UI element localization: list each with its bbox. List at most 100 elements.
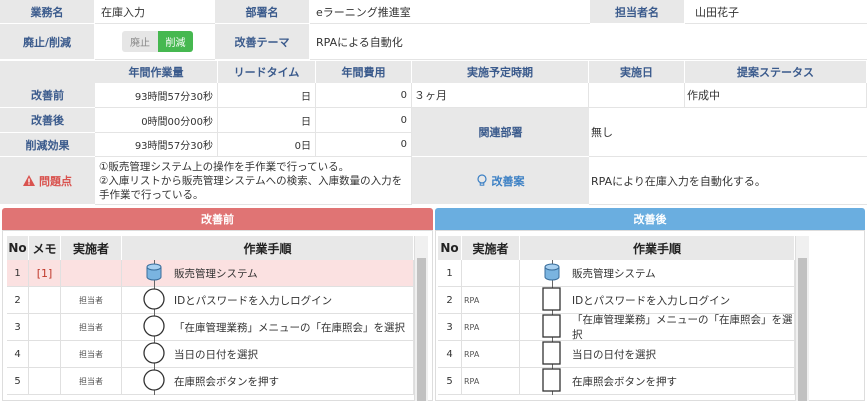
dept-label: 部署名 (215, 0, 310, 24)
effect-work: 93時間57分30秒 (95, 133, 218, 157)
row-effect-label: 削減効果 (0, 133, 95, 157)
after-work: 0時間00分00秒 (95, 108, 218, 133)
manual-step-icon (143, 315, 165, 337)
after-col-actor: 実施者 (462, 236, 520, 260)
before-col-memo: メモ (29, 236, 61, 260)
toggle-reduce-option[interactable]: 削減 (158, 31, 193, 52)
rpa-step-icon (542, 368, 561, 392)
database-icon (544, 263, 560, 281)
row-before-label: 改善前 (0, 83, 95, 108)
metrics-header-work: 年間作業量 (95, 61, 218, 83)
after-cost: 0 (316, 108, 412, 133)
before-row-no: 3 (7, 314, 29, 341)
after-row-actor: RPA (462, 368, 520, 395)
before-work: 93時間57分30秒 (95, 83, 218, 108)
problem-label: 問題点 (0, 157, 95, 205)
after-scroll-thumb[interactable] (798, 258, 807, 401)
database-icon (146, 263, 162, 281)
before-row-no: 5 (7, 368, 29, 395)
after-row-actor: RPA (462, 287, 520, 314)
after-row-no: 4 (438, 341, 462, 368)
before-row-actor: 担当者 (61, 368, 122, 395)
before-step-text: 「在庫管理業務」メニューの「在庫照会」を選択 (174, 321, 405, 334)
before-step-text: 販売管理システム (174, 267, 258, 280)
before-row-actor: 担当者 (61, 341, 122, 368)
before-col-no: No (7, 236, 29, 260)
after-col-no: No (438, 236, 462, 260)
after-scrollbar[interactable] (795, 236, 809, 401)
before-cost: 0 (316, 83, 412, 108)
before-step-text: 当日の日付を選択 (174, 348, 258, 361)
rpa-step-icon (542, 341, 561, 365)
after-row-step[interactable]: 販売管理システム (520, 260, 795, 287)
before-col-step: 作業手順 (122, 236, 414, 260)
before-row-no: 1 (7, 260, 29, 287)
before-scroll-thumb[interactable] (417, 258, 426, 401)
before-date (589, 83, 685, 108)
after-step-text: IDとパスワードを入力しログイン (572, 294, 731, 307)
problem-label-text: 問題点 (39, 174, 72, 188)
after-row-step[interactable]: IDとパスワードを入力しログイン (520, 287, 795, 314)
dept-value: eラーニング推進室 (310, 0, 590, 24)
metrics-header-date: 実施日 (589, 61, 685, 83)
rpa-step-icon (542, 314, 561, 338)
before-row-memo (29, 368, 61, 395)
owner-value: 山田花子 (685, 0, 867, 24)
rpa-step-icon (542, 287, 561, 311)
manual-step-icon (143, 369, 165, 391)
after-row-actor: RPA (462, 314, 520, 341)
after-row-no: 3 (438, 314, 462, 341)
manual-step-icon (143, 342, 165, 364)
after-row-no: 2 (438, 287, 462, 314)
before-panel-title: 改善前 (2, 208, 433, 230)
before-schedule: ３ヶ月 (412, 83, 589, 108)
before-row-memo[interactable]: [1] (29, 260, 61, 287)
before-row-memo (29, 287, 61, 314)
after-panel-title: 改善後 (435, 208, 865, 230)
related-dept-label: 関連部署 (412, 108, 589, 157)
task-label: 業務名 (0, 0, 95, 24)
after-row-no: 1 (438, 260, 462, 287)
after-step-text: 在庫照会ボタンを押す (572, 375, 677, 388)
abolish-label: 廃止/削減 (0, 24, 95, 60)
after-step-text: 販売管理システム (572, 267, 656, 280)
before-row-actor: 担当者 (61, 287, 122, 314)
plan-label-text: 改善案 (491, 174, 525, 188)
after-lead: 日 (218, 108, 316, 133)
after-row-step[interactable]: 当日の日付を選択 (520, 341, 795, 368)
metrics-header-status: 提案ステータス (685, 61, 867, 83)
before-row-step[interactable]: IDとパスワードを入力しログイン (122, 287, 414, 314)
abolish-toggle-cell: 廃止 削減 (95, 24, 215, 60)
plan-label: 改善案 (412, 157, 589, 205)
before-row-no: 2 (7, 287, 29, 314)
before-scrollbar[interactable] (414, 236, 428, 401)
before-lead: 日 (218, 83, 316, 108)
before-row-step[interactable]: 販売管理システム (122, 260, 414, 287)
before-row-step[interactable]: 「在庫管理業務」メニューの「在庫照会」を選択 (122, 314, 414, 341)
abolish-reduce-toggle[interactable]: 廃止 削減 (122, 31, 193, 52)
warning-icon (23, 175, 35, 186)
after-row-step[interactable]: 在庫照会ボタンを押す (520, 368, 795, 395)
before-row-no: 4 (7, 341, 29, 368)
before-row-memo (29, 314, 61, 341)
after-row-step[interactable]: 「在庫管理業務」メニューの「在庫照会」を選択 (520, 314, 795, 341)
toggle-abolish-option[interactable]: 廃止 (122, 31, 158, 52)
before-step-text: IDとパスワードを入力しログイン (174, 294, 333, 307)
metrics-header-lead: リードタイム (218, 61, 316, 83)
problem-text: ①販売管理システム上の操作を手作業で行っている。 ②入庫リストから販売管理システ… (95, 157, 412, 205)
before-row-actor: 担当者 (61, 314, 122, 341)
after-row-no: 5 (438, 368, 462, 395)
theme-label: 改善テーマ (215, 24, 310, 60)
task-value: 在庫入力 (95, 0, 215, 24)
before-col-actor: 実施者 (61, 236, 122, 260)
metrics-header-schedule: 実施予定時期 (412, 61, 589, 83)
after-row-actor: RPA (462, 341, 520, 368)
before-row-step[interactable]: 当日の日付を選択 (122, 341, 414, 368)
before-status: 作成中 (685, 83, 867, 108)
before-step-text: 在庫照会ボタンを押す (174, 375, 279, 388)
before-row-actor (61, 260, 122, 287)
before-row-step[interactable]: 在庫照会ボタンを押す (122, 368, 414, 395)
metrics-header-cost: 年間費用 (316, 61, 412, 83)
effect-lead: 0日 (218, 133, 316, 157)
effect-cost: 0 (316, 133, 412, 157)
